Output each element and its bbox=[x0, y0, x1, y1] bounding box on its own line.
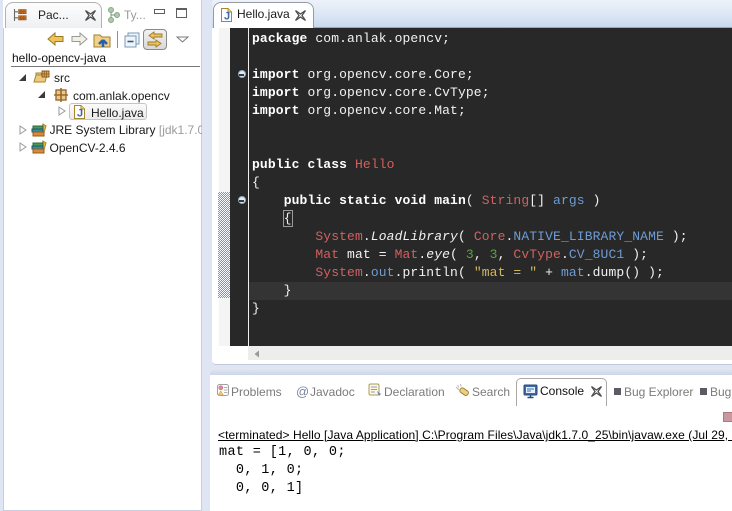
svg-text:J: J bbox=[224, 11, 230, 23]
svg-text:J: J bbox=[77, 107, 83, 119]
